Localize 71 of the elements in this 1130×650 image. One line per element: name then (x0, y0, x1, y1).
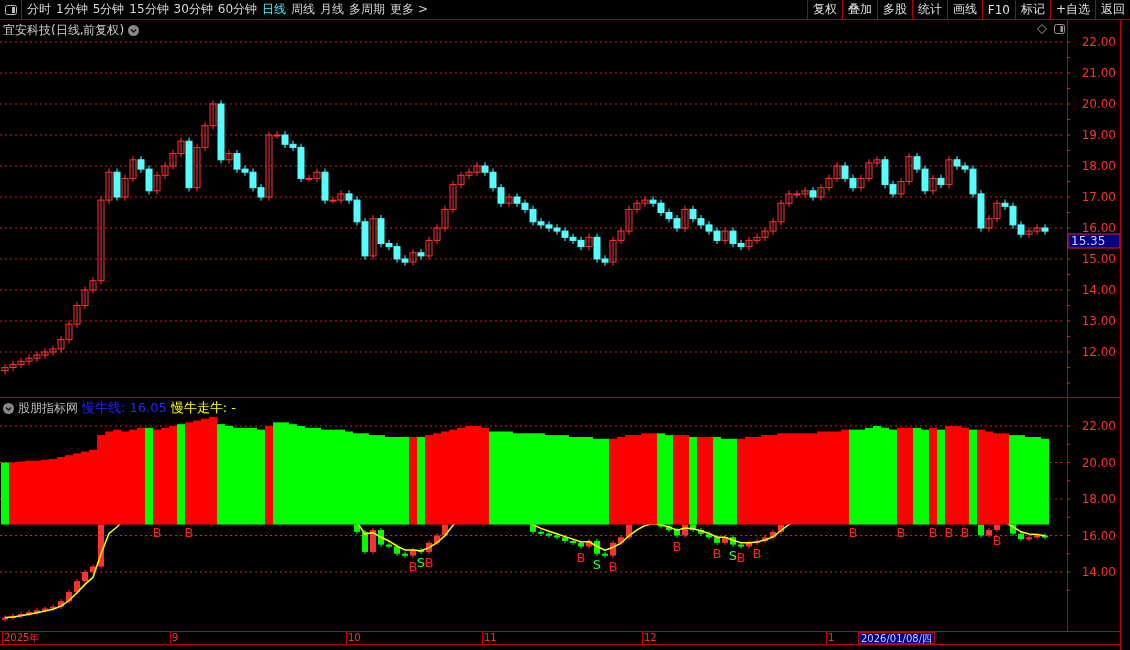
period-tab[interactable]: 5分钟 (87, 1, 125, 18)
signal-label: B (712, 546, 722, 561)
axis-label: 13.00 (1081, 314, 1116, 328)
panel-toggle-icon[interactable] (1054, 24, 1065, 34)
axis-label: 1 (826, 632, 835, 644)
signal-label: B (184, 524, 194, 540)
signal-label: B (752, 546, 762, 561)
date-tag: 2026/01/08/四 (858, 632, 935, 644)
axis-label: 9 (170, 632, 179, 644)
axis-label: 21.00 (1081, 66, 1116, 80)
toolbar-button[interactable]: 画线 (946, 0, 982, 19)
toolbar-button[interactable]: +自选 (1049, 0, 1095, 19)
toolbar-button[interactable]: F10 (981, 0, 1015, 19)
axis-label: 20.00 (1081, 97, 1116, 111)
panel-toggle-icon[interactable] (4, 4, 17, 15)
axis-label: 2025年 (2, 632, 40, 644)
period-tab[interactable]: 分时 (22, 1, 51, 18)
signal-label: B (736, 549, 746, 565)
axis-label: 20.00 (1081, 455, 1116, 470)
axis-label: 14.00 (1081, 565, 1116, 579)
axis-label: 16.00 (1081, 221, 1116, 235)
axis-label: 12.00 (1081, 345, 1116, 359)
axis-label: 11 (482, 632, 497, 644)
toolbar-button[interactable]: 复权 (806, 0, 842, 19)
price-tag: 15.35 (1067, 233, 1120, 249)
signal-label: B (152, 524, 162, 540)
toolbar-button[interactable]: 返回 (1095, 0, 1130, 19)
signal-label: B (408, 558, 418, 574)
signal-label: B (992, 533, 1002, 549)
axis-label: 10 (346, 632, 361, 644)
toolbar-button[interactable]: 统计 (911, 0, 947, 19)
axis-label: 19.00 (1081, 128, 1116, 142)
signal-label: B (848, 524, 858, 540)
axis-label: 18.00 (1081, 492, 1116, 506)
axis-label: 16.00 (1081, 528, 1116, 543)
period-tab[interactable]: 多周期 (344, 1, 386, 18)
signal-label: B (896, 524, 906, 540)
period-tab[interactable]: 月线 (315, 1, 345, 18)
indicator-name: 股朋指标网 (18, 399, 78, 417)
period-tab[interactable]: 30分钟 (168, 1, 213, 18)
signal-label: S (728, 547, 738, 563)
axis-label: 22.00 (1081, 419, 1116, 433)
toolbar-button[interactable]: 多股 (876, 0, 912, 19)
legend-label: 慢牛走牛: - (170, 399, 236, 417)
period-tab[interactable]: 15分钟 (124, 1, 169, 18)
signal-label: B (960, 524, 970, 540)
signal-label: B (672, 538, 682, 554)
signal-label: B (576, 549, 586, 565)
axis-label: 18.00 (1081, 159, 1116, 173)
period-tab[interactable]: 1分钟 (51, 1, 88, 18)
dropdown-icon[interactable] (3, 402, 14, 414)
period-tab[interactable]: 周线 (286, 1, 316, 18)
signal-label: B (928, 524, 938, 540)
signal-label: B (944, 524, 954, 540)
axis-label: 15.00 (1081, 252, 1116, 266)
axis-label: 14.00 (1081, 283, 1116, 297)
legend-label: 慢牛线: 16.05 (82, 399, 167, 417)
axis-label: 22.00 (1081, 35, 1116, 49)
period-tab[interactable]: 更多 > (385, 1, 428, 18)
period-tab[interactable]: 日线 (257, 1, 287, 18)
signal-label: B (608, 558, 618, 574)
signal-label: S (592, 556, 602, 572)
chart-title: 宜安科技(日线,前复权) (3, 22, 125, 39)
axis-label: 17.00 (1081, 190, 1116, 204)
toolbar-button[interactable]: 标记 (1014, 0, 1050, 19)
dropdown-icon[interactable] (128, 25, 140, 36)
signal-label: S (416, 555, 426, 571)
axis-label: 12 (642, 632, 657, 644)
toolbar-button[interactable]: 叠加 (841, 0, 877, 19)
period-tab[interactable]: 60分钟 (212, 1, 258, 18)
signal-label: B (424, 555, 434, 571)
